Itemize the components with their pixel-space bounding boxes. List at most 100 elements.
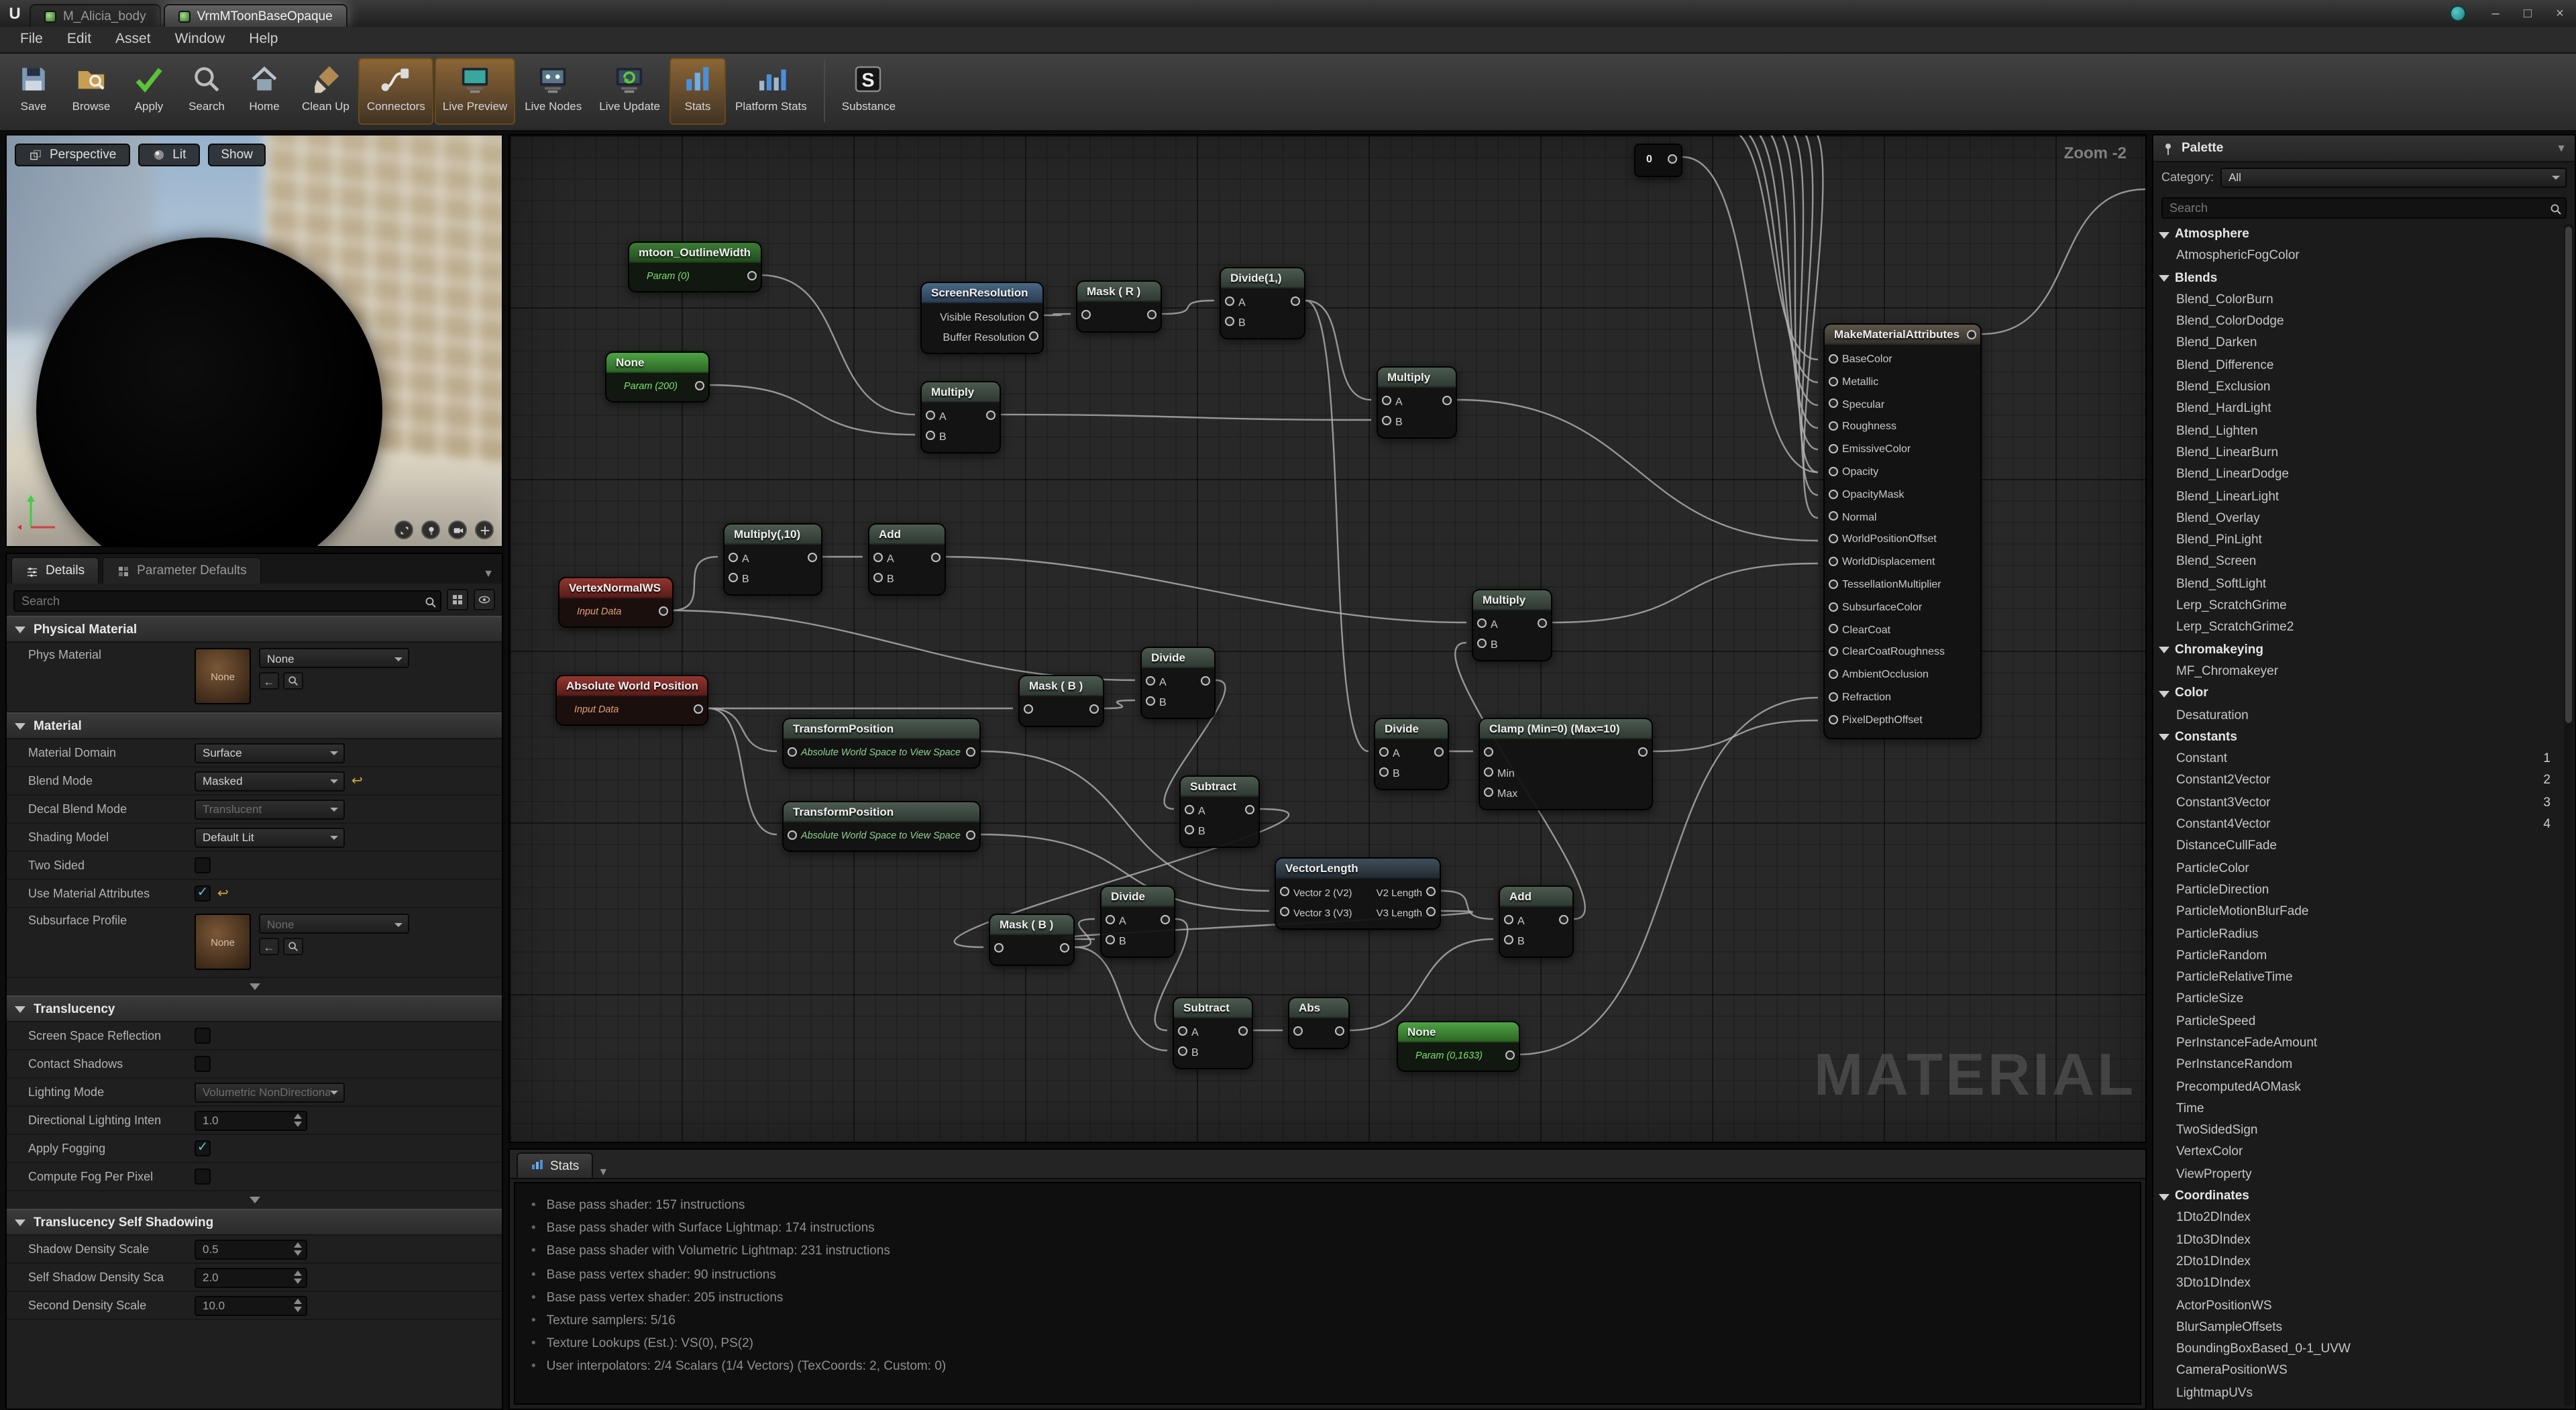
menu-item-help[interactable]: Help — [237, 27, 290, 52]
input-pin[interactable] — [1829, 512, 1838, 521]
node-add-26[interactable]: AddAB — [1499, 885, 1574, 958]
node-0-0[interactable]: 0 — [1634, 144, 1682, 177]
palette-group-blends[interactable]: Blends — [2153, 268, 2564, 290]
chevron-down-icon[interactable]: ▼ — [598, 1166, 608, 1178]
node-mask-b-22[interactable]: Mask ( B ) — [989, 914, 1075, 966]
input-pin[interactable] — [1379, 767, 1389, 777]
spinner-arrows[interactable] — [294, 1299, 302, 1312]
spinner-down-icon[interactable] — [294, 1307, 302, 1312]
palette-item-constant4vector[interactable]: Constant4Vector4 — [2153, 814, 2564, 836]
output-pin[interactable] — [1291, 296, 1300, 306]
node-clamp-min-0-max-10-19[interactable]: Clamp (Min=0) (Max=10)MinMax — [1479, 718, 1653, 810]
palette-item-blend-pinlight[interactable]: Blend_PinLight — [2153, 530, 2564, 552]
category-dropdown[interactable]: All — [2220, 167, 2567, 187]
node-multiply-7[interactable]: MultiplyAB — [920, 381, 1001, 453]
menu-item-file[interactable]: File — [8, 27, 55, 52]
input-pin[interactable] — [1829, 625, 1838, 634]
subsurface-profile-thumbnail[interactable]: None — [195, 914, 251, 970]
palette-item-blursampleoffsets[interactable]: BlurSampleOffsets — [2153, 1317, 2564, 1340]
input-pin[interactable] — [1477, 618, 1487, 628]
output-pin[interactable] — [1060, 943, 1069, 953]
input-pin[interactable] — [1829, 444, 1838, 453]
lighting-mode-dropdown[interactable]: Volumetric NonDirectional — [195, 1082, 345, 1102]
section-expander[interactable] — [7, 978, 502, 995]
input-pin[interactable] — [1185, 805, 1194, 814]
spinner-up-icon[interactable] — [294, 1242, 302, 1248]
palette-item-boundingboxbased-0-1-uvw[interactable]: BoundingBoxBased_0-1_UVW — [2153, 1339, 2564, 1361]
node-divide-16[interactable]: DivideAB — [1140, 647, 1216, 719]
palette-item-viewproperty[interactable]: ViewProperty — [2153, 1164, 2564, 1187]
section-header-material[interactable]: Material — [7, 712, 502, 739]
node-mask-b-15[interactable]: Mask ( B ) — [1018, 675, 1104, 727]
maximize-icon[interactable]: □ — [2512, 0, 2544, 27]
input-pin[interactable] — [1829, 399, 1838, 409]
menu-item-window[interactable]: Window — [163, 27, 237, 52]
output-pin[interactable] — [1426, 887, 1436, 896]
subsurface-profile-dropdown[interactable]: None — [259, 914, 409, 934]
input-pin[interactable] — [1829, 580, 1838, 589]
input-pin[interactable] — [1225, 317, 1234, 326]
input-pin[interactable] — [1185, 825, 1194, 834]
input-pin[interactable] — [1829, 669, 1838, 679]
section-expander[interactable] — [7, 1191, 502, 1209]
palette-item-blend-linearlight[interactable]: Blend_LinearLight — [2153, 486, 2564, 508]
revert-to-default-icon[interactable]: ↩ — [217, 886, 229, 901]
palette-item-lightmapuvs[interactable]: LightmapUVs — [2153, 1382, 2564, 1405]
node-vertexnormalws-11[interactable]: VertexNormalWSInput Data — [558, 577, 674, 628]
compute-fog-per-pixel-checkbox[interactable] — [195, 1169, 211, 1185]
palette-item-constant3vector[interactable]: Constant3Vector3 — [2153, 792, 2564, 814]
output-pin[interactable] — [1335, 1026, 1344, 1036]
output-pin[interactable] — [1245, 805, 1254, 814]
input-pin[interactable] — [788, 830, 797, 839]
input-pin[interactable] — [1382, 396, 1391, 405]
palette-item-blend-exclusion[interactable]: Blend_Exclusion — [2153, 377, 2564, 399]
node-makematerialattributes-8[interactable]: MakeMaterialAttributesBaseColorMetallicS… — [1823, 323, 1982, 739]
node-subtract-23[interactable]: SubtractAB — [1173, 997, 1253, 1069]
contact-shadows-checkbox[interactable] — [195, 1056, 211, 1072]
palette-item-blend-hardlight[interactable]: Blend_HardLight — [2153, 399, 2564, 421]
node-abs-24[interactable]: Abs — [1288, 997, 1350, 1049]
revert-to-default-icon[interactable]: ↩ — [352, 773, 363, 788]
toolbar-platform-stats-button[interactable]: Platform Stats — [727, 58, 815, 125]
input-pin[interactable] — [1829, 602, 1838, 611]
palette-group-atmosphere[interactable]: Atmosphere — [2153, 224, 2564, 246]
tab-details[interactable]: Details — [11, 557, 99, 584]
input-pin[interactable] — [1178, 1046, 1187, 1056]
viewport-joystick-icon-button[interactable] — [421, 521, 440, 539]
use-material-attributes-checkbox[interactable]: ✓ — [195, 885, 211, 902]
section-header-translucency-self-shadowing[interactable]: Translucency Self Shadowing — [7, 1209, 502, 1236]
toolbar-substance-button[interactable]: SSubstance — [834, 58, 904, 125]
material-domain-dropdown[interactable]: Surface — [195, 743, 345, 763]
self-shadow-density-sca-spinner[interactable]: 2.0 — [195, 1267, 307, 1287]
palette-group-chromakeying[interactable]: Chromakeying — [2153, 639, 2564, 661]
input-pin[interactable] — [729, 553, 738, 562]
spinner-down-icon[interactable] — [294, 1250, 302, 1256]
output-pin[interactable] — [1538, 618, 1547, 628]
output-pin[interactable] — [1029, 311, 1038, 321]
palette-scrollbar[interactable] — [2564, 224, 2573, 1406]
viewport-show-button[interactable]: Show — [207, 144, 266, 166]
menu-item-edit[interactable]: Edit — [55, 27, 103, 52]
palette-item-blend-linearburn[interactable]: Blend_LinearBurn — [2153, 443, 2564, 465]
palette-item-particlemotionblurfade[interactable]: ParticleMotionBlurFade — [2153, 902, 2564, 924]
spinner-down-icon[interactable] — [294, 1122, 302, 1127]
node-transformposition-13[interactable]: TransformPositionAbsolute World Space to… — [782, 718, 981, 769]
output-pin[interactable] — [1201, 676, 1210, 686]
input-pin[interactable] — [1146, 696, 1155, 706]
blend-mode-dropdown[interactable]: Masked — [195, 771, 345, 791]
input-pin[interactable] — [1829, 714, 1838, 724]
screen-space-reflection-checkbox[interactable] — [195, 1028, 211, 1044]
spinner-arrows[interactable] — [294, 1242, 302, 1256]
output-pin[interactable] — [694, 704, 703, 713]
second-density-scale-spinner[interactable]: 10.0 — [195, 1295, 307, 1315]
phys-material-thumbnail[interactable]: None — [195, 648, 251, 704]
viewport-perspective-button[interactable]: Perspective — [15, 144, 129, 166]
palette-item-1dto2dindex[interactable]: 1Dto2DIndex — [2153, 1208, 2564, 1230]
palette-item-blend-lineardodge[interactable]: Blend_LinearDodge — [2153, 465, 2564, 487]
spinner-arrows[interactable] — [294, 1270, 302, 1284]
output-pin[interactable] — [747, 270, 757, 280]
output-pin[interactable] — [1668, 154, 1677, 163]
node-add-10[interactable]: AddAB — [868, 523, 946, 596]
two-sided-checkbox[interactable] — [195, 857, 211, 873]
palette-item-twosidedsign[interactable]: TwoSidedSign — [2153, 1120, 2564, 1142]
